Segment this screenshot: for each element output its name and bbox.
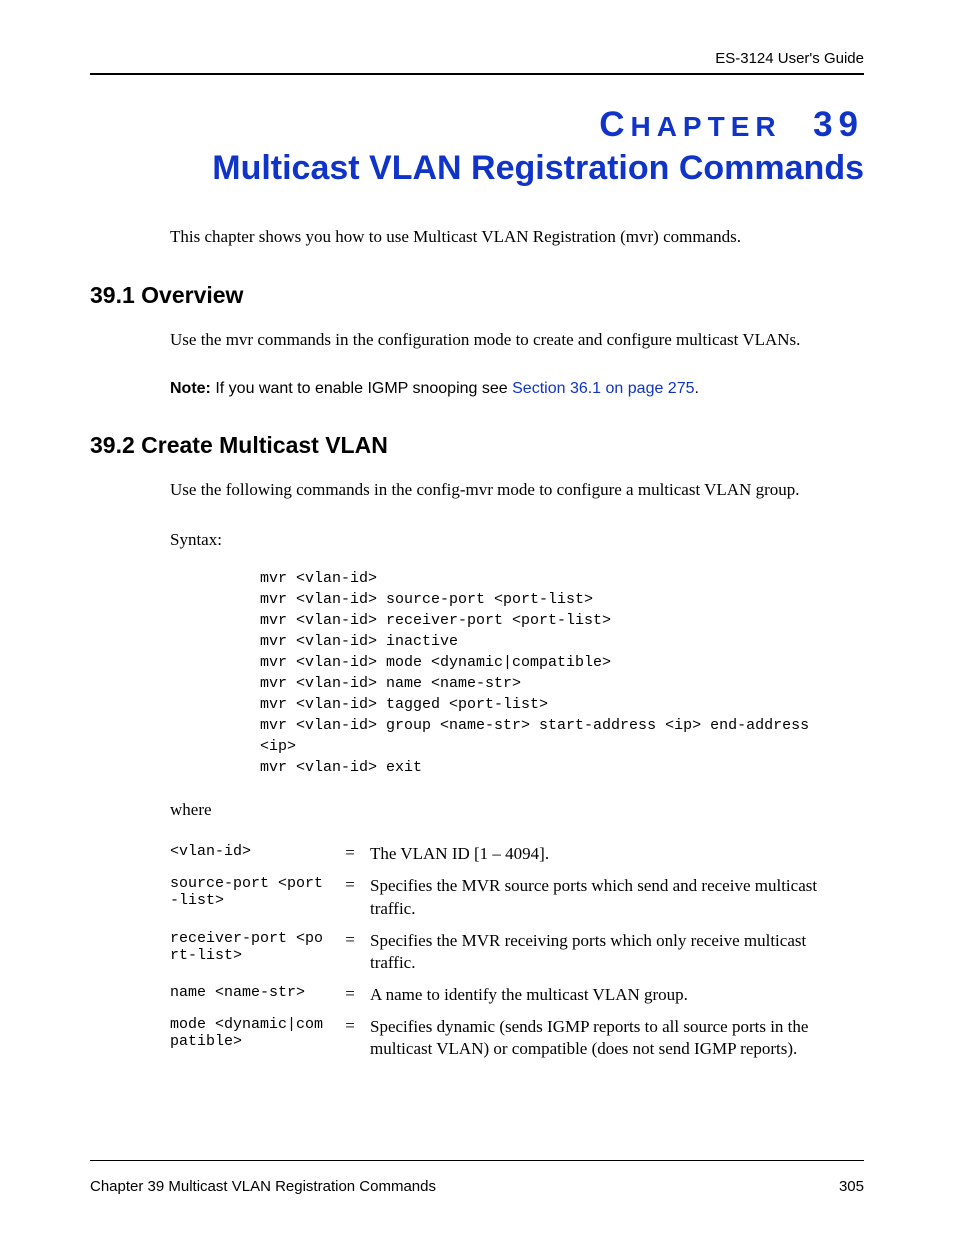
table-row: name <name-str>=A name to identify the m… [170,979,848,1011]
note-text-before: If you want to enable IGMP snooping see [211,380,512,397]
param-name: mode <dynamic|compatible> [170,1011,338,1065]
parameter-table: <vlan-id>=The VLAN ID [1 – 4094].source-… [170,838,848,1065]
footer-page-number: 305 [839,1178,864,1195]
syntax-label: Syntax: [170,530,864,550]
chapter-label: CHAPTER 39 [90,105,864,145]
equals-sign: = [338,838,370,870]
where-label: where [170,800,864,820]
param-name: name <name-str> [170,979,338,1011]
note-link[interactable]: Section 36.1 on page 275 [512,380,694,397]
document-page: ES-3124 User's Guide CHAPTER 39 Multicas… [0,0,954,1235]
param-description: Specifies the MVR receiving ports which … [370,925,848,979]
table-row: source-port <port-list>=Specifies the MV… [170,870,848,924]
equals-sign: = [338,979,370,1011]
note-text-after: . [695,380,699,397]
footer-rule [90,1160,864,1161]
syntax-code-block: mvr <vlan-id> mvr <vlan-id> source-port … [260,568,864,778]
param-description: Specifies the MVR source ports which sen… [370,870,848,924]
param-name: source-port <port-list> [170,870,338,924]
section-heading-overview: 39.1 Overview [90,282,864,309]
param-description: A name to identify the multicast VLAN gr… [370,979,848,1011]
table-row: receiver-port <port-list>=Specifies the … [170,925,848,979]
chapter-number: 39 [813,105,864,144]
param-description: The VLAN ID [1 – 4094]. [370,838,848,870]
chapter-title: Multicast VLAN Registration Commands [90,147,864,190]
table-row: <vlan-id>=The VLAN ID [1 – 4094]. [170,838,848,870]
overview-note: Note: If you want to enable IGMP snoopin… [170,380,864,398]
equals-sign: = [338,1011,370,1065]
equals-sign: = [338,925,370,979]
footer-chapter-title: Chapter 39 Multicast VLAN Registration C… [90,1178,436,1195]
create-body: Use the following commands in the config… [170,479,864,502]
header-guide-title: ES-3124 User's Guide [90,50,864,67]
param-name: receiver-port <port-list> [170,925,338,979]
chapter-label-prefix: C [599,105,630,144]
table-row: mode <dynamic|compatible>=Specifies dyna… [170,1011,848,1065]
page-footer: Chapter 39 Multicast VLAN Registration C… [90,1178,864,1195]
chapter-label-rest: HAPTER [630,111,781,142]
equals-sign: = [338,870,370,924]
param-description: Specifies dynamic (sends IGMP reports to… [370,1011,848,1065]
overview-body: Use the mvr commands in the configuratio… [170,329,864,352]
header-rule [90,73,864,75]
param-name: <vlan-id> [170,838,338,870]
note-label: Note: [170,380,211,397]
chapter-intro: This chapter shows you how to use Multic… [170,226,864,249]
section-heading-create: 39.2 Create Multicast VLAN [90,432,864,459]
